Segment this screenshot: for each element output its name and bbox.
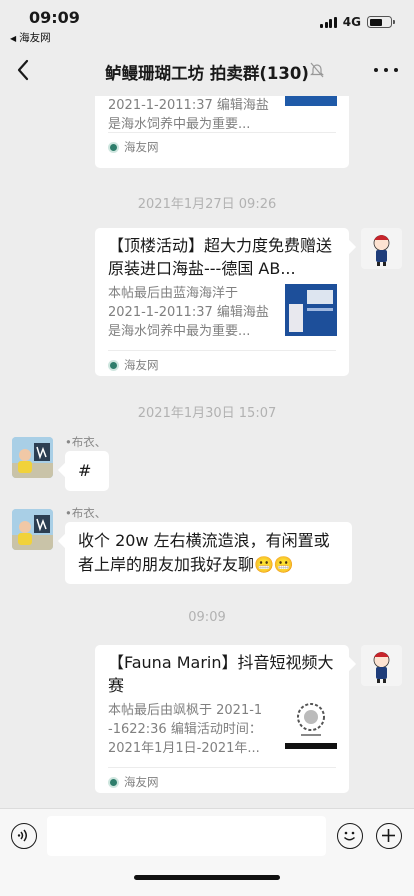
card-source: 海友网 <box>108 139 159 155</box>
card-desc-line: 本帖最后由蓝海海洋于 <box>108 286 239 301</box>
home-indicator <box>134 875 280 880</box>
avatar[interactable] <box>12 437 53 478</box>
avatar[interactable] <box>361 645 402 686</box>
source-logo-icon <box>108 359 119 371</box>
card-thumbnail <box>285 284 337 336</box>
card-title: 【Fauna Marin】抖音短视频大赛 <box>108 653 334 695</box>
source-logo-icon <box>108 141 119 153</box>
signal-icon <box>320 16 337 28</box>
back-app-label: 海友网 <box>19 32 51 44</box>
sender-name: •布衣、 <box>65 506 107 520</box>
timestamp: 2021年1月30日 15:07 <box>137 406 277 421</box>
card-desc-line: 本帖最后由飒枫于 2021-1 <box>108 703 263 718</box>
avatar[interactable] <box>361 228 402 269</box>
link-card-partial[interactable]: 2021-1-2011:37 编辑海盐 是海水饲养中最为重要... 海友网 <box>95 96 349 168</box>
plus-icon[interactable] <box>376 823 402 849</box>
status-bar: 09:09 ◀ 海友网 4G <box>0 0 414 44</box>
message-bubble[interactable]: 收个 20w 左右横流造浪，有闲置或者上岸的朋友加我好友聊😬😬 <box>65 522 352 584</box>
emoji-icon[interactable] <box>337 823 363 849</box>
timestamp: 2021年1月27日 09:26 <box>137 197 277 212</box>
card-desc-line: 2021-1-2011:37 编辑海盐 <box>108 98 269 113</box>
mute-icon <box>310 62 324 78</box>
message-input[interactable] <box>47 816 326 856</box>
card-source: 海友网 <box>108 774 159 790</box>
card-thumbnail <box>285 96 337 106</box>
card-desc-line: 2021-1-2011:37 编辑海盐 <box>108 305 269 320</box>
card-desc-line: 2021年1月1日-2021年... <box>108 741 260 756</box>
message-text: # <box>78 461 92 480</box>
battery-icon <box>367 16 395 28</box>
message-text: 收个 20w 左右横流造浪，有闲置或者上岸的朋友加我好友聊😬😬 <box>78 531 330 574</box>
timestamp: 09:09 <box>188 610 226 625</box>
link-card[interactable]: 【顶楼活动】超大力度免费赠送原装进口海盐---德国 AB... 本帖最后由蓝海海… <box>95 228 349 376</box>
network-type: 4G <box>342 15 361 29</box>
message-bubble[interactable]: # <box>65 451 109 491</box>
chat-title: 鲈鳗珊瑚工坊 拍卖群(130) <box>105 64 309 83</box>
card-thumbnail <box>285 697 337 749</box>
nav-bar: 鲈鳗珊瑚工坊 拍卖群(130) <box>0 44 414 96</box>
card-desc-line: 是海水饲养中最为重要... <box>108 324 251 339</box>
voice-icon[interactable] <box>11 823 37 849</box>
sender-name: •布衣、 <box>65 435 107 449</box>
card-title: 【顶楼活动】超大力度免费赠送原装进口海盐---德国 AB... <box>108 236 333 278</box>
chat-area[interactable]: 2021-1-2011:37 编辑海盐 是海水饲养中最为重要... 海友网 20… <box>0 96 414 808</box>
card-desc-line: -1622:36 编辑活动时间： <box>108 722 262 737</box>
status-time: 09:09 <box>29 8 80 27</box>
link-card[interactable]: 【Fauna Marin】抖音短视频大赛 本帖最后由飒枫于 2021-1 -16… <box>95 645 349 793</box>
avatar[interactable] <box>12 509 53 550</box>
input-bar <box>0 808 414 896</box>
more-icon[interactable] <box>374 60 398 80</box>
source-logo-icon <box>108 776 119 788</box>
back-to-app[interactable]: ◀ 海友网 <box>10 30 51 45</box>
card-source: 海友网 <box>108 357 159 373</box>
